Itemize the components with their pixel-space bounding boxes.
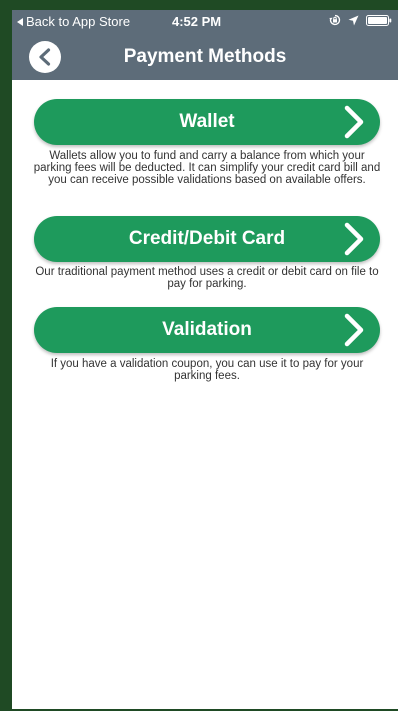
wallet-button[interactable]: Wallet	[34, 99, 380, 145]
validation-button-label: Validation	[162, 319, 252, 340]
location-icon	[348, 14, 359, 29]
status-time: 4:52 PM	[172, 14, 222, 29]
status-icons	[329, 14, 392, 29]
wallet-description: Wallets allow you to fund and carry a ba…	[33, 150, 381, 186]
chevron-right-icon	[344, 313, 364, 347]
status-bar: Back to App Store 4:52 PM	[12, 10, 398, 32]
validation-description: If you have a validation coupon, you can…	[50, 358, 364, 382]
credit-debit-card-button-label: Credit/Debit Card	[128, 228, 286, 249]
credit-debit-card-button[interactable]: Credit/Debit Card	[34, 216, 380, 262]
page-title: Payment Methods	[123, 46, 287, 67]
chevron-right-icon	[344, 222, 364, 256]
validation-button[interactable]: Validation	[34, 307, 380, 353]
back-to-app-store-label: Back to App Store	[26, 14, 131, 29]
navigation-bar: Payment Methods	[12, 32, 398, 80]
wallet-button-label: Wallet	[179, 111, 235, 132]
app-screen: Back to App Store 4:52 PM Payment Method…	[12, 10, 398, 709]
rotation-lock-icon	[329, 14, 341, 29]
back-to-app-store-link[interactable]: Back to App Store	[17, 14, 130, 29]
top-bar: Back to App Store 4:52 PM Payment Method…	[12, 10, 398, 80]
credit-debit-card-description: Our traditional payment method uses a cr…	[35, 266, 379, 290]
chevron-right-icon	[344, 105, 364, 139]
battery-icon	[366, 14, 392, 29]
back-triangle-icon	[17, 17, 23, 26]
